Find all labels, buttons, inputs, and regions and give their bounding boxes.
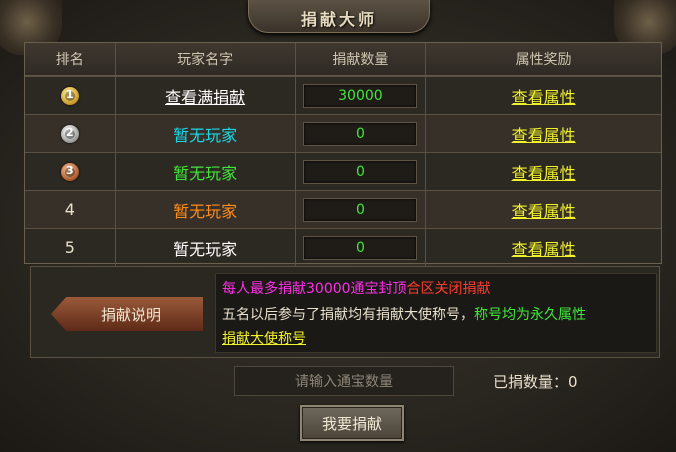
amount-value: 0 xyxy=(303,197,418,222)
amount-value: 0 xyxy=(303,235,418,260)
info-line-2: 五名以后参与了捐献均有捐献大使称号，称号均为永久属性 xyxy=(222,304,586,324)
rank-cell: 4 xyxy=(25,191,116,228)
donation-info-panel: 捐献说明 每人最多捐献30000通宝封顶合区关闭捐献 五名以后参与了捐献均有捐献… xyxy=(30,266,660,358)
view-attributes-link[interactable]: 查看属性 xyxy=(512,236,576,260)
player-name-cell: 查看满捐献 xyxy=(116,77,296,114)
amount-cell: 30000 xyxy=(296,77,427,114)
header-attribute-reward: 属性奖励 xyxy=(515,52,572,68)
player-name: 暂无玩家 xyxy=(173,125,238,145)
rank-cell: 2 xyxy=(25,115,116,152)
amount-value: 0 xyxy=(303,159,418,184)
player-name-cell: 暂无玩家 xyxy=(116,153,296,190)
donation-cap-text: 每人最多捐献30000通宝封顶 xyxy=(222,281,407,297)
table-row: 1 查看满捐献 30000 查看属性 xyxy=(25,76,661,114)
reward-cell: 查看属性 xyxy=(426,191,661,228)
donated-amount: 已捐数量：0 xyxy=(493,371,578,392)
player-name: 暂无玩家 xyxy=(173,201,238,221)
amount-cell: 0 xyxy=(296,191,427,228)
view-attributes-link[interactable]: 查看属性 xyxy=(512,198,576,222)
view-attributes-link[interactable]: 查看属性 xyxy=(512,84,576,108)
rank-cell: 3 xyxy=(25,153,116,190)
table-row: 3 暂无玩家 0 查看属性 xyxy=(25,152,661,190)
reward-cell: 查看属性 xyxy=(426,153,661,190)
header-player-name: 玩家名字 xyxy=(116,43,296,75)
bronze-medal-icon: 3 xyxy=(60,162,79,181)
table-row: 5 暂无玩家 0 查看属性 xyxy=(25,228,661,266)
player-name: 暂无玩家 xyxy=(173,239,238,259)
donation-window: 捐献大师 排名 玩家名字 捐献数量 属性奖励 1 查看满捐献 30000 查看属… xyxy=(0,0,676,452)
table-row: 2 暂无玩家 0 查看属性 xyxy=(25,114,661,152)
amount-cell: 0 xyxy=(296,115,427,152)
rank-number: 4 xyxy=(64,200,75,219)
view-attributes-link[interactable]: 查看属性 xyxy=(512,122,576,146)
player-name-cell: 暂无玩家 xyxy=(116,229,296,266)
donated-value: 0 xyxy=(568,373,578,391)
donated-label: 已捐数量： xyxy=(493,373,569,391)
donation-explanation-tag: 捐献说明 xyxy=(51,297,203,331)
view-full-donation-link[interactable]: 查看满捐献 xyxy=(165,84,245,108)
donate-button[interactable]: 我要捐献 xyxy=(300,405,404,441)
window-title: 捐献大师 xyxy=(300,10,377,29)
table-header: 排名 玩家名字 捐献数量 属性奖励 xyxy=(25,43,661,76)
envoy-title-link[interactable]: 捐献大使称号 xyxy=(222,328,306,348)
rank-cell: 1 xyxy=(25,77,116,114)
player-name-cell: 暂无玩家 xyxy=(116,191,296,228)
amount-cell: 0 xyxy=(296,229,427,266)
ranking-table: 排名 玩家名字 捐献数量 属性奖励 1 查看满捐献 30000 查看属性 2 暂… xyxy=(24,42,662,266)
player-name-cell: 暂无玩家 xyxy=(116,115,296,152)
reward-cell: 查看属性 xyxy=(426,115,661,152)
server-merge-text: 合区关闭捐献 xyxy=(406,281,491,297)
player-name: 暂无玩家 xyxy=(173,163,238,183)
rank-cell: 5 xyxy=(25,229,116,266)
header-donation-amount: 捐献数量 xyxy=(296,43,427,75)
reward-cell: 查看属性 xyxy=(426,229,661,266)
permanent-attribute-text: 称号均为永久属性 xyxy=(474,307,586,323)
table-row: 4 暂无玩家 0 查看属性 xyxy=(25,190,661,228)
info-text-box: 每人最多捐献30000通宝封顶合区关闭捐献 五名以后参与了捐献均有捐献大使称号，… xyxy=(215,273,657,353)
silver-medal-icon: 2 xyxy=(60,124,79,143)
amount-value: 0 xyxy=(303,121,418,146)
info-line-1: 每人最多捐献30000通宝封顶合区关闭捐献 xyxy=(222,278,491,298)
donation-amount-input[interactable]: 请输入通宝数量 xyxy=(234,366,454,396)
reward-cell: 查看属性 xyxy=(426,77,661,114)
amount-cell: 0 xyxy=(296,153,427,190)
gold-medal-icon: 1 xyxy=(60,86,79,105)
title-plate: 捐献大师 xyxy=(248,0,430,33)
envoy-title-text: 五名以后参与了捐献均有捐献大使称号， xyxy=(222,307,474,323)
rank-number: 5 xyxy=(64,238,75,257)
donation-explanation-label: 捐献说明 xyxy=(100,305,161,324)
view-attributes-link[interactable]: 查看属性 xyxy=(512,160,576,184)
amount-value: 30000 xyxy=(303,83,418,108)
header-rank: 排名 xyxy=(25,43,116,75)
